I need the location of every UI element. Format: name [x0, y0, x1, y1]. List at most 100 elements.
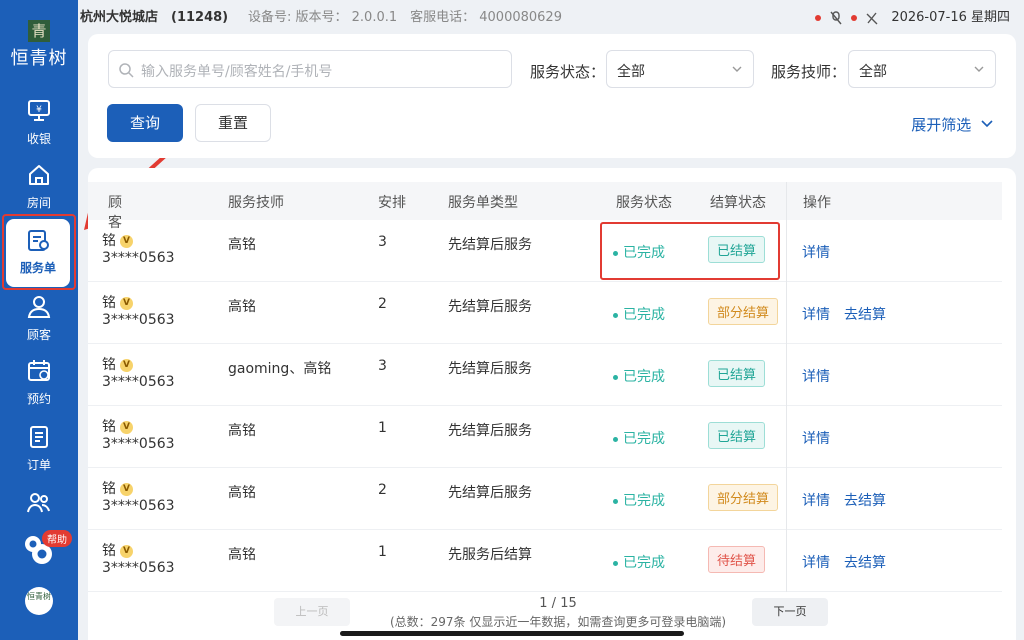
- actions-cell: 详情: [802, 242, 844, 262]
- device-meta: 设备号: 版本号： 2.0.0.1 客服电话： 4000080629: [248, 10, 562, 25]
- customer-phone: 3****0563: [102, 436, 175, 452]
- vip-badge-icon: V: [120, 421, 133, 434]
- settle-status-badge: 已结算: [708, 360, 766, 387]
- customer-cell: 铭V 3****0563: [102, 416, 175, 452]
- actions-cell: 详情: [802, 366, 844, 386]
- page-info: 1 / 15 (总数：297条 仅显示近一年数据，如需查询更多可登录电脑端): [378, 596, 738, 630]
- sidebar-item-appointment[interactable]: 预约: [0, 358, 78, 407]
- sidebar-item-staff[interactable]: [0, 490, 78, 522]
- help-badge[interactable]: 帮助: [42, 530, 72, 547]
- chevron-down-icon: [732, 66, 742, 72]
- total-pages: 15: [560, 596, 577, 611]
- table-row[interactable]: 铭V 3****0563 高铭 1 先结算后服务 已完成 已结算 详情: [88, 406, 1002, 468]
- home-indicator: [340, 631, 684, 636]
- service-status-cell: 已完成: [613, 366, 665, 386]
- service-status-cell: 已完成: [613, 428, 665, 448]
- action-link[interactable]: 去结算: [844, 493, 886, 509]
- type-cell: 先服务后结算: [448, 547, 532, 563]
- sidebar-item-cashier[interactable]: ¥ 收银: [0, 98, 78, 147]
- table-row[interactable]: 铭V 3****0563 高铭 2 先结算后服务 已完成 部分结算 详情 去结算: [88, 282, 1002, 344]
- service-status-cell: 已完成: [613, 552, 665, 572]
- expand-filter-label: 展开筛选: [911, 116, 972, 134]
- table-row[interactable]: 铭V 3****0563 高铭 3 先结算后服务 已完成 已结算 详情: [88, 220, 1002, 282]
- current-page: 1: [539, 596, 548, 611]
- actions-cell: 详情 去结算: [802, 490, 900, 510]
- next-page-button[interactable]: 下一页: [752, 598, 828, 626]
- cashier-icon: ¥: [28, 100, 50, 121]
- technician-label: 服务技师：: [771, 63, 847, 81]
- customer-phone: 3****0563: [102, 498, 175, 514]
- table-row[interactable]: 铭V 3****0563 gaoming、高铭 3 先结算后服务 已完成 已结算…: [88, 344, 1002, 406]
- service-order-table: 顾客 服务技师 安排 服务单类型 服务状态 结算状态 操作 铭V 3****05…: [88, 168, 1016, 640]
- technician-select[interactable]: 全部: [848, 50, 996, 88]
- action-link[interactable]: 去结算: [844, 555, 886, 571]
- customer-cell: 铭V 3****0563: [102, 292, 175, 328]
- action-link[interactable]: 详情: [802, 245, 830, 261]
- technician-cell: 高铭: [228, 547, 256, 563]
- pagination-note: (总数：297条 仅显示近一年数据，如需查询更多可登录电脑端): [389, 615, 727, 629]
- technician-cell: 高铭: [228, 237, 256, 253]
- customer-icon: [27, 296, 51, 318]
- reset-button[interactable]: 重置: [195, 104, 271, 142]
- arrange-cell: 2: [378, 482, 387, 498]
- table-header: 顾客 服务技师 安排 服务单类型 服务状态 结算状态 操作: [88, 182, 1002, 231]
- search-icon: [119, 63, 134, 78]
- customer-name: 铭: [102, 295, 116, 311]
- vip-badge-icon: V: [120, 235, 133, 248]
- service-status-cell: 已完成: [613, 304, 665, 324]
- bottom-logo: 恒青树: [25, 587, 53, 615]
- bottom-logo-text: 恒青树: [27, 592, 51, 601]
- customer-cell: 铭V 3****0563: [102, 478, 175, 514]
- arrange-cell: 2: [378, 296, 387, 312]
- table-row[interactable]: 铭V 3****0563 高铭 1 先服务后结算 已完成 待结算 详情 去结算: [88, 530, 1002, 592]
- customer-name: 铭: [102, 419, 116, 435]
- expand-filter-link[interactable]: 展开筛选: [911, 114, 994, 135]
- technician-cell: 高铭: [228, 299, 256, 315]
- query-button[interactable]: 查询: [107, 104, 183, 142]
- brand-logo: 青 恒青树: [0, 20, 78, 70]
- action-link[interactable]: 去结算: [844, 307, 886, 323]
- sidebar: 青 恒青树 ¥ 收银 房间 服务单 顾客 预约 订单 帮助 恒青树: [0, 0, 78, 640]
- action-link[interactable]: 详情: [802, 431, 830, 447]
- th-service-status: 服务状态: [616, 195, 672, 211]
- vip-badge-icon: V: [120, 297, 133, 310]
- staff-icon: [27, 493, 50, 513]
- sidebar-item-customer[interactable]: 顾客: [0, 294, 78, 343]
- th-actions: 操作: [803, 195, 831, 211]
- sidebar-item-order[interactable]: 订单: [0, 424, 78, 473]
- column-divider: [786, 182, 787, 640]
- technician-cell: gaoming、高铭: [228, 361, 332, 377]
- customer-cell: 铭V 3****0563: [102, 354, 175, 390]
- customer-phone: 3****0563: [102, 374, 175, 390]
- record-dot-icon: [851, 14, 858, 21]
- search-input[interactable]: 输入服务单号/顾客姓名/手机号: [108, 50, 512, 88]
- service-status-value: 全部: [617, 64, 645, 80]
- service-status-select[interactable]: 全部: [606, 50, 754, 88]
- action-link[interactable]: 详情: [802, 555, 830, 571]
- action-link[interactable]: 详情: [802, 493, 830, 509]
- svg-text:¥: ¥: [36, 105, 42, 115]
- settle-status-badge: 部分结算: [708, 484, 779, 511]
- order-icon: [30, 426, 48, 448]
- settle-status-cell: 待结算: [708, 546, 766, 573]
- th-settle-status: 结算状态: [710, 195, 766, 211]
- actions-cell: 详情: [802, 428, 844, 448]
- type-cell: 先结算后服务: [448, 299, 532, 315]
- chevron-down-icon: [974, 66, 984, 72]
- brand-name: 恒青树: [10, 48, 68, 69]
- prev-page-button[interactable]: 上一页: [274, 598, 350, 626]
- settle-status-badge: 已结算: [708, 422, 766, 449]
- customer-name: 铭: [102, 357, 116, 373]
- table-row[interactable]: 铭V 3****0563 高铭 2 先结算后服务 已完成 部分结算 详情 去结算: [88, 468, 1002, 530]
- store-name: 杭州大悦城店 (11248): [80, 10, 229, 25]
- th-technician: 服务技师: [228, 195, 284, 211]
- action-link[interactable]: 详情: [802, 369, 830, 385]
- status-right: 2026-07-16 星期四: [814, 6, 1010, 25]
- sidebar-item-label: 订单: [26, 458, 51, 472]
- action-link[interactable]: 详情: [802, 307, 830, 323]
- customer-phone: 3****0563: [102, 560, 175, 576]
- chevron-down-icon: [981, 120, 993, 128]
- technician-cell: 高铭: [228, 485, 256, 501]
- sidebar-item-room[interactable]: 房间: [0, 162, 78, 211]
- th-type: 服务单类型: [448, 195, 518, 211]
